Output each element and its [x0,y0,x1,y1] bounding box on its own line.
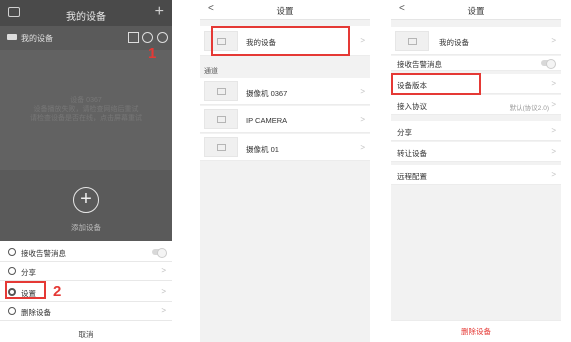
alarm-toggle[interactable] [152,248,167,258]
chevron-right-icon: > [161,287,166,296]
delete-icon [8,307,16,315]
sheet-item-label: 删除设备 [21,308,51,317]
video-status-text: 设备 0367 设备播放失败，请检查网络后重试 请检查设备是否在线，点击屏幕重试 [0,96,172,123]
image-icon [217,144,226,151]
channel-label: IP CAMERA [246,116,288,125]
protocol-label: 接入协议 [397,102,427,111]
channel-row[interactable]: 摄像机 0367 > [200,78,370,105]
remote-config-row[interactable]: 远程配置 > [391,165,561,185]
sheet-item-alarm[interactable]: 接收告警消息 [0,243,172,262]
chevron-right-icon: > [551,126,556,135]
sheet-item-label: 分享 [21,268,36,277]
chevron-right-icon: > [161,306,166,315]
sheet-item-delete[interactable]: 删除设备 > [0,302,172,321]
image-icon [217,88,226,95]
remote-config-label: 远程配置 [397,172,427,181]
device-thumbnail [395,31,429,51]
sheet-item-label: 接收告警消息 [21,249,66,258]
alarm-label: 接收告警消息 [397,60,442,69]
channel-thumbnail [204,109,238,129]
channel-label: 摄像机 0367 [246,89,288,98]
highlight-my-device [211,26,350,56]
chevron-right-icon: > [551,147,556,156]
alarm-row: 接收告警消息 [391,56,561,71]
share-icon [8,267,16,275]
chevron-right-icon: > [551,170,556,179]
image-icon [217,116,226,123]
device-row: 我的设备 [0,28,172,48]
callout-number: 2 [53,283,62,300]
delete-device-button[interactable]: 删除设备 [391,320,561,342]
faint-line: 设备 0367 [70,97,102,104]
video-area[interactable]: 设备 0367 设备播放失败，请检查网络后重试 请检查设备是否在线，点击屏幕重试 [0,50,172,170]
snapshot-icon[interactable] [128,32,139,43]
share-row[interactable]: 分享 > [391,121,561,141]
nav-bar: < 设置 [200,0,370,20]
page-title: 我的设备 [66,12,106,23]
channel-row[interactable]: 摄像机 01 > [200,134,370,161]
protocol-row[interactable]: 接入协议 默认(协议2.0) > [391,95,561,115]
transfer-device-label: 转让设备 [397,149,427,158]
add-device-button[interactable]: + [73,187,99,213]
channel-label: 摄像机 01 [246,145,279,154]
alarm-toggle[interactable] [541,59,556,69]
channel-row[interactable]: IP CAMERA > [200,106,370,133]
highlight-settings [5,281,46,299]
chevron-right-icon: > [551,36,556,45]
protocol-value: 默认(协议2.0) [509,105,549,112]
callout-number: 1 [148,45,157,62]
chevron-right-icon: > [161,266,166,275]
my-device-row[interactable]: 我的设备 > [391,27,561,55]
alarm-icon [8,248,16,256]
channel-thumbnail [204,137,238,157]
device-list-screen: 我的设备 + 我的设备 设备 0367 设备播放失败，请检查网络后重试 请检查设… [0,0,172,342]
chevron-right-icon: > [360,36,365,45]
page-title: 设置 [276,6,294,16]
nav-bar: < 设置 [391,0,561,20]
top-bar: 我的设备 + [0,0,172,26]
share-label: 分享 [397,128,412,137]
more-icon[interactable] [157,32,168,43]
add-icon[interactable]: + [155,3,164,21]
device-settings-screen: < 设置 我的设备 > 接收告警消息 设备版本 > 接入协议 默认(协议2.0)… [391,0,561,342]
device-name: 我的设备 [21,34,53,43]
chevron-right-icon: > [360,115,365,124]
settings-screen: < 设置 我的设备 > 通道 摄像机 0367 > IP CAMERA > 摄像… [200,0,370,342]
image-icon [408,38,417,45]
page-title: 设置 [467,6,485,16]
cancel-button[interactable]: 取消 [0,329,172,340]
device-type-icon [7,34,17,40]
faint-line: 设备播放失败，请检查网络后重试 [33,106,139,113]
faint-line: 请检查设备是否在线，点击屏幕重试 [30,115,142,122]
highlight-device-version [391,73,481,95]
transfer-device-row[interactable]: 转让设备 > [391,142,561,162]
chevron-right-icon: > [551,100,556,109]
clock-icon[interactable] [142,32,153,43]
chevron-right-icon: > [360,143,365,152]
section-header: 通道 [204,68,218,75]
my-device-label: 我的设备 [439,38,469,47]
sheet-item-share[interactable]: 分享 > [0,262,172,281]
channel-thumbnail [204,81,238,101]
chevron-right-icon: > [551,79,556,88]
chevron-right-icon: > [360,87,365,96]
add-device-label: 添加设备 [71,223,101,232]
